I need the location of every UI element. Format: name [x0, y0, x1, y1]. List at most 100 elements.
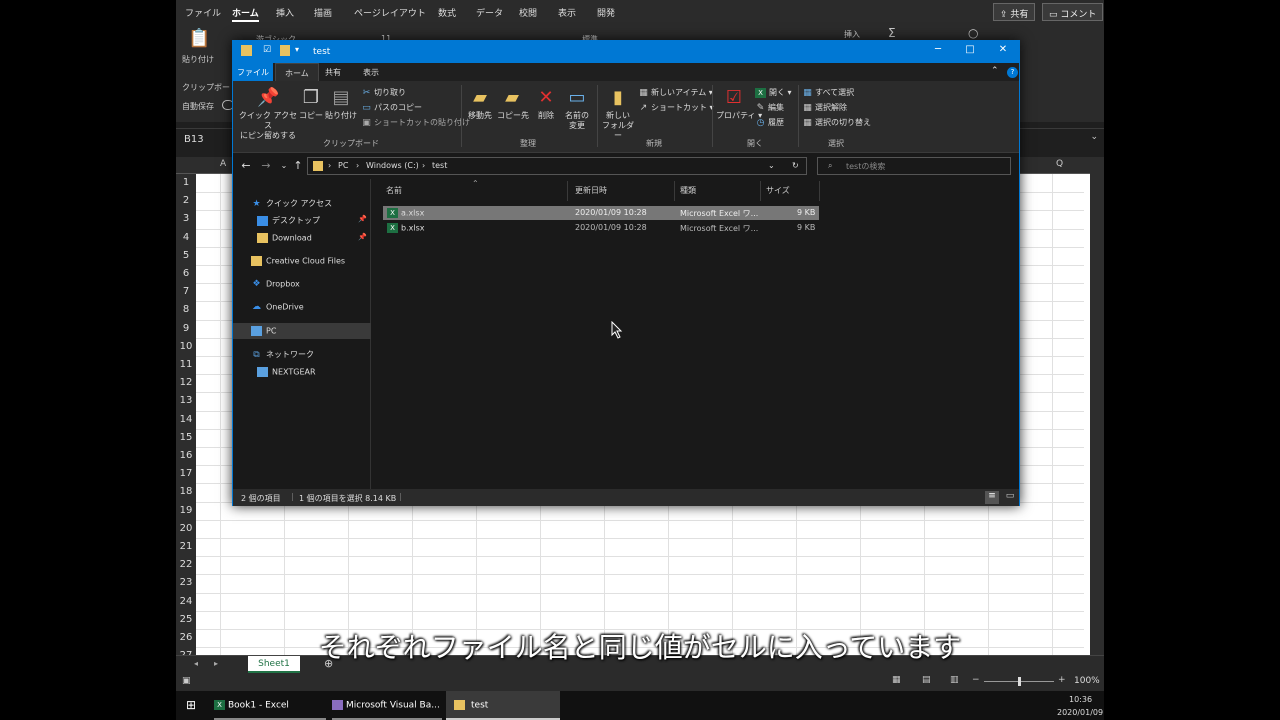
address-dropdown-icon[interactable]: ⌄	[768, 161, 775, 170]
row-header[interactable]: 23	[176, 577, 196, 588]
nav-item-onedrive[interactable]: ☁ OneDrive	[233, 299, 371, 315]
row-header[interactable]: 14	[176, 414, 196, 425]
nav-item-desktop[interactable]: デスクトップ 📌	[233, 212, 371, 228]
address-box[interactable]: › PC › Windows (C:) › test ⌄ ↻	[307, 157, 807, 175]
nav-item-quick-access[interactable]: ★ クイック アクセス	[233, 195, 371, 211]
macro-record-icon[interactable]: ▣	[182, 676, 191, 686]
shortcut-button[interactable]: ↗ ショートカット ▾	[638, 102, 714, 113]
delete-button[interactable]: ✕ 削除	[535, 87, 557, 121]
file-explorer-window[interactable]: ☑ ▾ test ─ □ ✕ ファイル ホーム 共有 表示 ⌃ ? 📌 クイック…	[232, 40, 1020, 506]
excel-tab-home[interactable]: ホーム	[232, 6, 259, 22]
excel-tab-formulas[interactable]: 数式	[438, 6, 456, 19]
explorer-tab-view[interactable]: 表示	[363, 67, 379, 78]
new-folder-button[interactable]: ▮ 新しい フォルダー	[601, 87, 635, 141]
excel-tab-insert[interactable]: 挿入	[276, 6, 294, 19]
collapse-ribbon-icon[interactable]: ⌃	[991, 66, 999, 76]
row-header[interactable]: 1	[176, 177, 196, 188]
breadcrumb-test[interactable]: test	[432, 161, 447, 170]
row-header[interactable]: 8	[176, 304, 196, 315]
select-all-button[interactable]: ▦ すべて選択	[802, 87, 854, 98]
recent-locations-icon[interactable]: ⌄	[277, 161, 291, 170]
share-button[interactable]: ⇪ 共有	[993, 3, 1036, 21]
autosum-icon[interactable]: Σ	[888, 26, 896, 40]
excel-tab-developer[interactable]: 開発	[597, 6, 615, 19]
excel-tab-data[interactable]: データ	[476, 6, 503, 19]
row-header[interactable]: 3	[176, 213, 196, 224]
row-header[interactable]: 13	[176, 395, 196, 406]
normal-view-icon[interactable]: ▦	[892, 675, 901, 685]
file-row[interactable]: Xa.xlsx 2020/01/09 10:28 Microsoft Excel…	[383, 206, 819, 220]
help-icon[interactable]: ?	[1007, 67, 1018, 78]
column-header-q[interactable]: Q	[1056, 159, 1063, 169]
file-row[interactable]: Xb.xlsx 2020/01/09 10:28 Microsoft Excel…	[383, 221, 819, 235]
row-header[interactable]: 24	[176, 596, 196, 607]
explorer-title-bar[interactable]: ☑ ▾ test ─ □ ✕	[233, 41, 1019, 63]
details-view-icon[interactable]: ≡	[985, 491, 999, 504]
paste-icon[interactable]: 📋	[188, 28, 210, 49]
nav-item-pc[interactable]: PC	[233, 323, 371, 339]
excel-tab-page-layout[interactable]: ページレイアウト	[354, 6, 426, 19]
nav-item-dropbox[interactable]: ❖ Dropbox	[233, 276, 371, 292]
forward-icon[interactable]: →	[259, 159, 273, 172]
row-header[interactable]: 18	[176, 486, 196, 497]
zoom-in-icon[interactable]: +	[1058, 675, 1066, 685]
explorer-tab-file[interactable]: ファイル	[233, 63, 273, 81]
rename-button[interactable]: ▭ 名前の 変更	[563, 87, 591, 131]
search-input[interactable]: ⌕ testの検索	[817, 157, 1011, 175]
invert-selection-button[interactable]: ▦ 選択の切り替え	[802, 117, 871, 128]
breadcrumb-drive[interactable]: Windows (C:)	[366, 161, 419, 170]
new-item-button[interactable]: ▦ 新しいアイテム ▾	[638, 87, 713, 98]
excel-tab-review[interactable]: 校閲	[519, 6, 537, 19]
row-header[interactable]: 20	[176, 523, 196, 534]
row-header[interactable]: 4	[176, 232, 196, 243]
large-icons-view-icon[interactable]: ▭	[1003, 491, 1017, 504]
refresh-icon[interactable]: ↻	[792, 161, 799, 170]
edit-button[interactable]: ✎ 編集	[755, 102, 784, 113]
page-break-view-icon[interactable]: ▥	[950, 675, 959, 685]
name-box[interactable]: B13	[184, 134, 204, 145]
windows-start-icon[interactable]: ⊞	[186, 698, 196, 712]
paste-label[interactable]: 貼り付け	[182, 54, 214, 65]
row-header[interactable]: 5	[176, 250, 196, 261]
page-layout-view-icon[interactable]: ▤	[922, 675, 931, 685]
vertical-scrollbar[interactable]	[1090, 157, 1104, 655]
comment-button[interactable]: ▭ コメント	[1042, 3, 1104, 21]
row-header[interactable]: 6	[176, 268, 196, 279]
row-header[interactable]: 11	[176, 359, 196, 370]
excel-tab-file[interactable]: ファイル	[185, 6, 221, 19]
up-icon[interactable]: ↑	[291, 159, 305, 172]
paste-button[interactable]: ▤ 貼り付け	[325, 87, 357, 121]
maximize-button[interactable]: □	[960, 44, 980, 60]
zoom-out-icon[interactable]: −	[972, 675, 980, 685]
row-header[interactable]: 10	[176, 341, 196, 352]
column-header-a[interactable]: A	[220, 159, 226, 169]
taskbar-item-excel[interactable]: X Book1 - Excel	[214, 691, 326, 720]
chevron-down-icon[interactable]: ⌄	[1090, 132, 1098, 142]
breadcrumb-pc[interactable]: PC	[338, 161, 348, 170]
move-to-button[interactable]: ▰ 移動先	[465, 87, 495, 121]
row-header[interactable]: 25	[176, 614, 196, 625]
row-header[interactable]: 19	[176, 505, 196, 516]
close-button[interactable]: ✕	[993, 44, 1013, 60]
cut-button[interactable]: ✂ 切り取り	[361, 87, 406, 98]
nav-item-network[interactable]: ⧉ ネットワーク	[233, 346, 371, 362]
taskbar-item-vba[interactable]: Microsoft Visual Ba...	[332, 691, 442, 720]
select-none-button[interactable]: ▦ 選択解除	[802, 102, 847, 113]
file-list[interactable]: ⌃ 名前 更新日時 種類 サイズ Xa.xlsx 2020/01/09 10:2…	[372, 179, 1019, 489]
pin-quick-access-button[interactable]: 📌 クイック アクセス にピン留めする	[237, 87, 299, 141]
clock-time[interactable]: 10:36	[1069, 695, 1092, 704]
history-button[interactable]: ◷ 履歴	[755, 117, 784, 128]
taskbar-item-test[interactable]: test	[446, 691, 560, 720]
open-button[interactable]: X 開く ▾	[755, 87, 792, 98]
column-header-date[interactable]: 更新日時	[575, 185, 607, 196]
explorer-tab-share[interactable]: 共有	[325, 67, 341, 78]
clock-date[interactable]: 2020/01/09	[1057, 708, 1103, 717]
back-icon[interactable]: ←	[239, 159, 253, 172]
column-header-name[interactable]: 名前	[386, 185, 402, 196]
search-icon[interactable]: ○	[968, 26, 978, 40]
row-header[interactable]: 21	[176, 541, 196, 552]
quick-properties-icon[interactable]: ☑	[263, 45, 271, 55]
nav-item-download[interactable]: Download 📌	[233, 230, 371, 246]
column-header-size[interactable]: サイズ	[766, 185, 790, 196]
zoom-level[interactable]: 100%	[1074, 676, 1100, 686]
